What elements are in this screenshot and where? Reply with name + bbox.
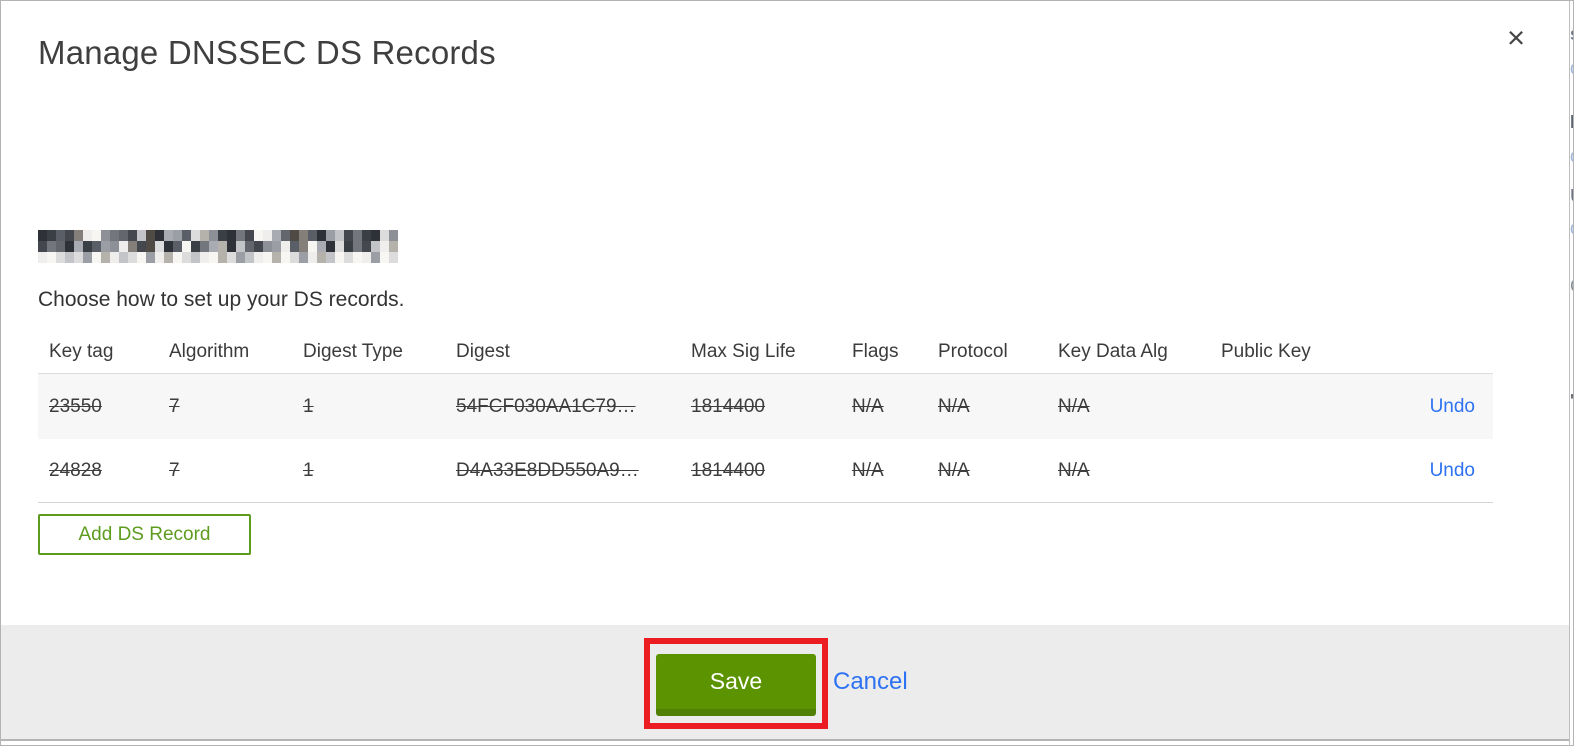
subtitle-text: Choose how to set up your DS records. bbox=[38, 288, 405, 311]
cell-flags: N/A bbox=[852, 395, 884, 417]
undo-link[interactable]: Undo bbox=[1430, 396, 1475, 417]
cell-key-tag: 23550 bbox=[49, 395, 102, 417]
page-title: Manage DNSSEC DS Records bbox=[38, 34, 496, 71]
table-row: 24828 7 1 D4A33E8DD550A9… 1814400 N/A N/… bbox=[38, 439, 1493, 503]
cell-flags: N/A bbox=[852, 459, 884, 481]
manage-dnssec-ds-records-modal: Manage DNSSEC DS Records × Choose how to… bbox=[0, 0, 1574, 746]
ds-records-table: Key tag Algorithm Digest Type Digest Max… bbox=[38, 331, 1493, 503]
undo-link[interactable]: Undo bbox=[1430, 460, 1475, 481]
cell-digest: D4A33E8DD550A9… bbox=[456, 459, 639, 481]
save-button[interactable]: Save bbox=[656, 654, 816, 716]
add-ds-record-button[interactable]: Add DS Record bbox=[38, 514, 251, 555]
background-page-sliver: sdNdUdC▪ bbox=[1570, 1, 1573, 745]
column-header-digest: Digest bbox=[456, 341, 510, 362]
column-header-digest-type: Digest Type bbox=[303, 341, 403, 362]
cell-digest-type: 1 bbox=[303, 459, 314, 481]
table-header-row: Key tag Algorithm Digest Type Digest Max… bbox=[38, 331, 1493, 374]
cell-max-sig-life: 1814400 bbox=[691, 459, 765, 481]
cell-algorithm: 7 bbox=[169, 459, 180, 481]
cell-algorithm: 7 bbox=[169, 395, 180, 417]
cell-max-sig-life: 1814400 bbox=[691, 395, 765, 417]
column-header-algorithm: Algorithm bbox=[169, 341, 250, 362]
cell-digest-type: 1 bbox=[303, 395, 314, 417]
column-header-public-key: Public Key bbox=[1221, 341, 1311, 362]
table-row: 23550 7 1 54FCF030AA1C79… 1814400 N/A N/… bbox=[38, 374, 1493, 439]
cell-protocol: N/A bbox=[938, 459, 970, 481]
close-icon[interactable]: × bbox=[1499, 21, 1533, 55]
cell-key-data-alg: N/A bbox=[1058, 459, 1090, 481]
cell-digest: 54FCF030AA1C79… bbox=[456, 395, 636, 417]
column-header-max-sig-life: Max Sig Life bbox=[691, 341, 796, 362]
cancel-link[interactable]: Cancel bbox=[833, 668, 908, 696]
column-header-flags: Flags bbox=[852, 341, 899, 362]
cell-key-tag: 24828 bbox=[49, 459, 102, 481]
column-header-key-tag: Key tag bbox=[49, 341, 114, 362]
column-header-key-data-alg: Key Data Alg bbox=[1058, 341, 1168, 362]
redacted-domain-name bbox=[38, 230, 398, 263]
column-header-protocol: Protocol bbox=[938, 341, 1008, 362]
cell-protocol: N/A bbox=[938, 395, 970, 417]
cell-key-data-alg: N/A bbox=[1058, 395, 1090, 417]
